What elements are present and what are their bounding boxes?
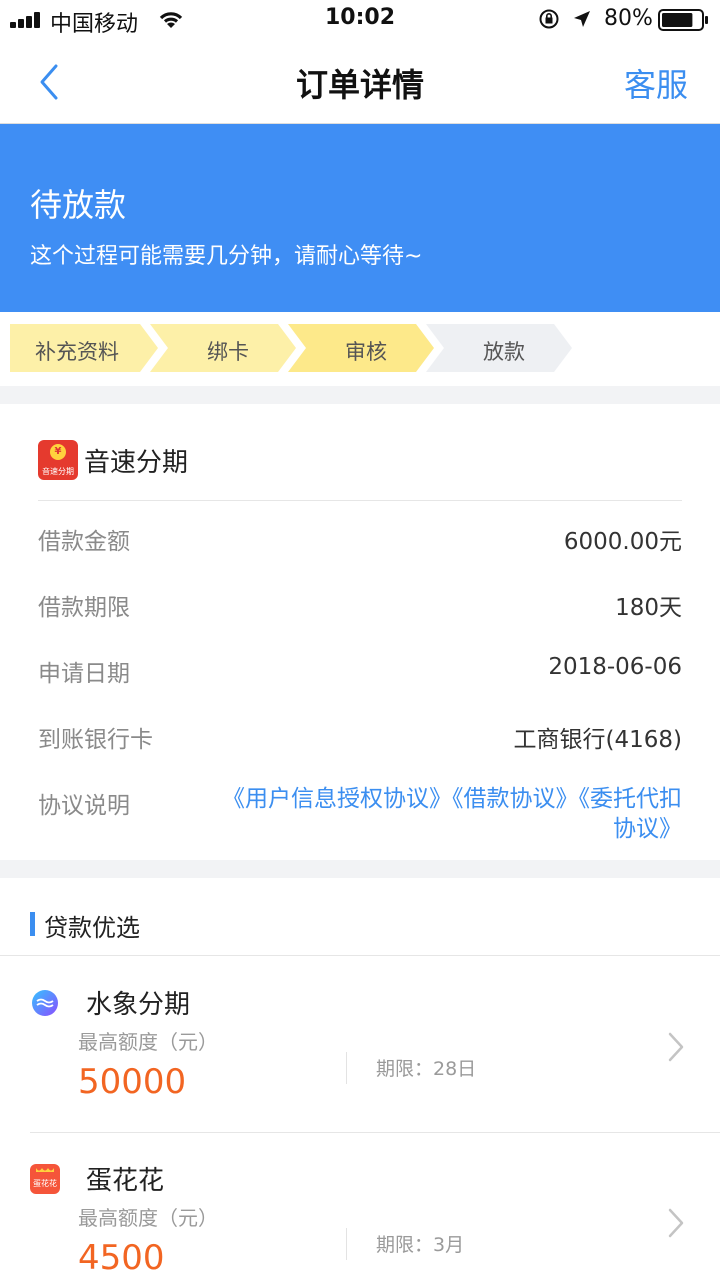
lender-logo-text: 音速分期 xyxy=(42,467,74,476)
info-row-amount: 借款金额 6000.00元 xyxy=(38,516,682,556)
info-label: 到账银行卡 xyxy=(38,727,153,753)
loan-agreement-link[interactable]: 《借款协议》 xyxy=(452,786,579,812)
withholding-agreement-link[interactable]: 《委托代扣协议》 xyxy=(579,786,683,842)
limit-amount: 4500 xyxy=(78,1238,165,1278)
term-text: 期限：3月 xyxy=(376,1234,465,1256)
info-value: 6000.00元 xyxy=(563,529,682,555)
battery-percent: 80% xyxy=(604,6,653,31)
order-status-title: 待放款 xyxy=(30,186,127,224)
step-label: 审核 xyxy=(345,340,387,364)
step-label: 补充资料 xyxy=(35,340,119,364)
step-supplement: 补充资料 xyxy=(10,324,158,372)
danhuahua-logo: 蛋花花 xyxy=(30,1164,60,1194)
status-banner: 待放款 这个过程可能需要几分钟，请耐心等待~ xyxy=(0,124,720,312)
step-review: 审核 xyxy=(288,324,434,372)
chevron-right-icon xyxy=(668,1032,684,1062)
step-bind-card: 绑卡 xyxy=(150,324,296,372)
battery-icon xyxy=(658,9,708,31)
loan-recommendations: 贷款优选 水象分期 最高额度（元） 50000 期限：28日 蛋花花 蛋花花 最… xyxy=(0,878,720,1280)
chevron-right-icon xyxy=(668,1208,684,1238)
page-title: 订单详情 xyxy=(295,66,424,104)
rotation-lock-icon xyxy=(539,9,559,29)
step-label: 放款 xyxy=(483,340,525,364)
info-row-term: 借款期限 180天 xyxy=(38,582,682,622)
limit-label: 最高额度（元） xyxy=(78,1206,218,1230)
limit-label: 最高额度（元） xyxy=(78,1030,218,1054)
product-name: 蛋花花 xyxy=(86,1166,165,1196)
divider xyxy=(38,500,682,501)
term-text: 期限：28日 xyxy=(376,1058,477,1080)
nav-bar: 订单详情 客服 xyxy=(0,40,720,124)
section-accent-bar xyxy=(30,912,35,936)
coin-icon: ¥ xyxy=(50,444,66,460)
product-card-danhuahua[interactable]: 蛋花花 蛋花花 最高额度（元） 4500 期限：3月 xyxy=(0,1134,720,1280)
order-status-subtitle: 这个过程可能需要几分钟，请耐心等待~ xyxy=(30,244,423,269)
danhuahua-logo-text: 蛋花花 xyxy=(33,1179,57,1188)
order-details-card: ¥ 音速分期 音速分期 借款金额 6000.00元 借款期限 180天 申请日期… xyxy=(0,404,720,860)
step-disburse: 放款 xyxy=(426,324,572,372)
status-bar: 中国移动 10:02 80% xyxy=(0,0,720,40)
agreement-links: 《用户信息授权协议》《借款协议》《委托代扣协议》 xyxy=(222,784,682,844)
info-value: 2018-06-06 xyxy=(548,654,682,680)
vertical-divider xyxy=(346,1228,347,1260)
info-row-bank-card: 到账银行卡 工商银行(4168) xyxy=(38,714,682,754)
info-value: 180天 xyxy=(615,595,682,621)
info-label: 协议说明 xyxy=(38,793,130,819)
divider xyxy=(30,1132,720,1133)
info-value: 工商银行(4168) xyxy=(513,727,682,753)
vertical-divider xyxy=(346,1052,347,1084)
user-authorization-agreement-link[interactable]: 《用户信息授权协议》 xyxy=(222,786,452,812)
lender-name: 音速分期 xyxy=(84,448,189,478)
customer-service-button[interactable]: 客服 xyxy=(624,60,688,106)
section-header: 贷款优选 xyxy=(0,878,720,956)
location-icon xyxy=(574,11,590,27)
section-title: 贷款优选 xyxy=(44,914,140,942)
progress-steps: 补充资料 绑卡 审核 放款 xyxy=(0,312,720,386)
product-name: 水象分期 xyxy=(86,990,191,1020)
limit-amount: 50000 xyxy=(78,1062,187,1102)
info-label: 借款期限 xyxy=(38,595,130,621)
step-label: 绑卡 xyxy=(207,340,249,364)
info-row-date: 申请日期 2018-06-06 xyxy=(38,648,682,688)
wave-logo-icon xyxy=(32,990,58,1016)
info-label: 申请日期 xyxy=(38,661,130,687)
info-label: 借款金额 xyxy=(38,529,130,555)
lender-logo: ¥ 音速分期 xyxy=(38,440,78,480)
product-card-shuixiang[interactable]: 水象分期 最高额度（元） 50000 期限：28日 xyxy=(0,958,720,1134)
